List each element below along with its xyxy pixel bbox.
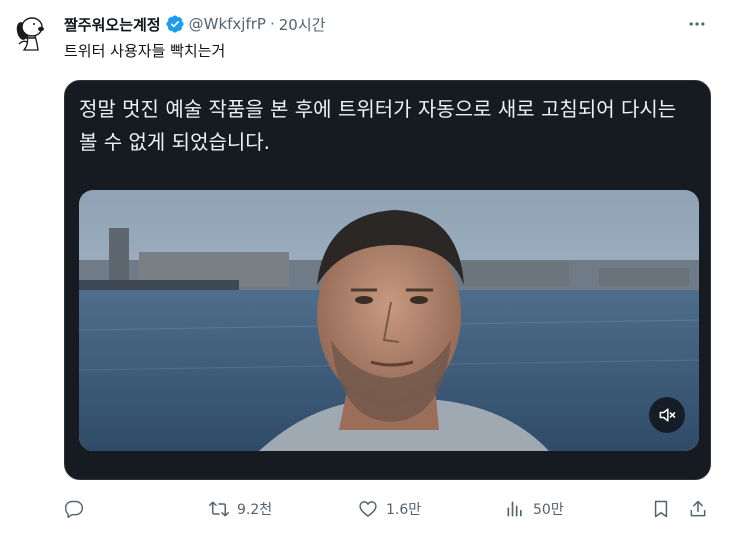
video-player[interactable] [79, 190, 699, 451]
media-card[interactable]: 정말 멋진 예술 작품을 본 후에 트위터가 자동으로 새로 고침되어 다시는 … [64, 80, 711, 480]
share-button[interactable] [688, 492, 708, 526]
display-name[interactable]: 짤주워오는계정 [64, 14, 161, 35]
like-count: 1.6만 [386, 502, 422, 518]
more-horizontal-icon [689, 22, 705, 26]
retweet-icon [209, 501, 229, 517]
action-bar: 9.2천 1.6만 50만 [64, 492, 719, 526]
bookmark-icon [654, 500, 668, 518]
share-icon [690, 500, 706, 517]
tweet-text: 트위터 사용자들 빡치는거 [64, 42, 226, 60]
user-handle[interactable]: @WkfxjfrP [189, 15, 266, 33]
verified-badge-icon[interactable] [165, 14, 185, 34]
retweet-count: 9.2천 [237, 502, 273, 518]
tweet-header: 짤주워오는계정 @WkfxjfrP · 20시간 [64, 12, 715, 36]
analytics-icon [507, 501, 522, 517]
bookmark-button[interactable] [651, 492, 671, 526]
timestamp[interactable]: 20시간 [279, 14, 326, 35]
video-still-image [79, 190, 699, 451]
heart-icon [359, 501, 377, 517]
views-count: 50만 [533, 502, 564, 518]
reply-icon [64, 500, 84, 519]
card-caption: 정말 멋진 예술 작품을 본 후에 트위터가 자동으로 새로 고침되어 다시는 … [79, 97, 677, 154]
retweet-button[interactable]: 9.2천 [209, 492, 272, 526]
avatar[interactable] [7, 10, 51, 54]
separator-dot: · [269, 15, 275, 33]
reply-button[interactable] [64, 492, 92, 526]
more-options-button[interactable] [683, 12, 711, 36]
like-button[interactable]: 1.6만 [358, 492, 421, 526]
views-button[interactable]: 50만 [505, 492, 564, 526]
volume-muted-icon [659, 408, 676, 422]
snoopy-avatar-icon [7, 10, 51, 54]
mute-toggle-button[interactable] [649, 397, 685, 433]
